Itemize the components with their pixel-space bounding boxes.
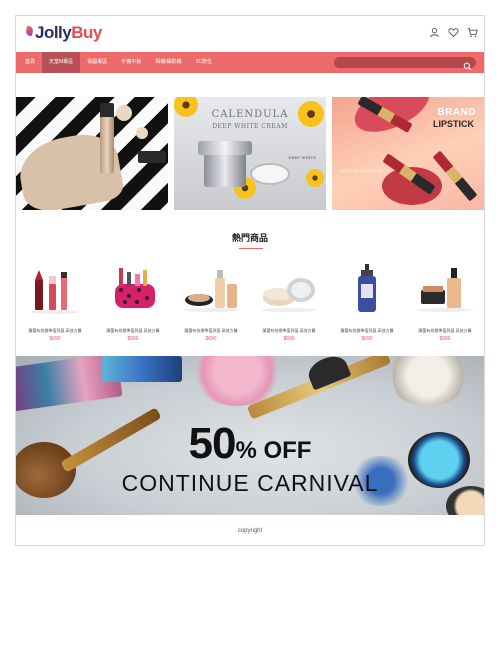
logo[interactable]: JollyBuy [26,24,102,42]
product-price: $690 [49,336,61,342]
promo-headline: 50% OFF [16,419,484,469]
product-card[interactable]: 蘭蕾有效標準值到菌-高效方醫 $690 [406,258,484,348]
banner-lipstick-brand: BRAND [437,107,476,118]
banner-foundation[interactable] [16,97,168,210]
powder-puff-icon [116,105,132,121]
product-name[interactable]: 蘭蕾有效標準值到菌-高效方醫 [328,328,406,334]
logo-text: JollyBuy [35,24,102,42]
product-name[interactable]: 蘭蕾有效標準值到菌-高效方醫 [16,328,94,334]
product-image-foundation[interactable] [411,260,479,318]
nav-item-home[interactable]: 首頁 [18,52,42,73]
cream-jar-lid [198,141,252,155]
banner-calendula-tag: DEEP WHITE [288,155,316,160]
banner-row: CALENDULA DEEP WHITE CREAM DEEP WHITE BR… [16,97,484,210]
product-name[interactable]: 蘭蕾有效標準值到菌-高效方醫 [172,328,250,334]
foundation-bottle-lying [138,151,166,163]
section-title-hot-products: 熱門商品 [231,233,268,243]
flower-icon [306,169,324,187]
nav-item-computers[interactable]: 電腦專區 [80,52,114,73]
powder-pot [388,356,468,406]
nav-item-cameras[interactable]: 相機/攝影機 [148,52,188,73]
banner-lipstick[interactable]: BRAND LIPSTICK LONG-LASTING LIPSTICK [332,97,484,210]
product-name[interactable]: 蘭蕾有效標準值到菌-高效方醫 [406,328,484,334]
product-name[interactable]: 蘭蕾有效標準值到菌-高效方醫 [250,328,328,334]
heart-icon[interactable] [448,27,459,38]
product-price: $690 [439,336,451,342]
nav-item-3c-digital[interactable]: 3C數位 [189,52,219,73]
banner-calendula-cream[interactable]: CALENDULA DEEP WHITE CREAM DEEP WHITE [174,97,326,210]
cart-icon[interactable] [467,27,478,38]
search-icon[interactable] [463,58,472,71]
footer-copyright: copyright [237,528,263,534]
section-title-underline [239,248,263,249]
product-price: $690 [361,336,373,342]
product-card[interactable]: 蘭蕾有效標準值到菌-高效方醫 $690 [250,258,328,348]
logo-text-jolly: Jolly [35,23,72,42]
product-price: $690 [127,336,139,342]
banner-lipstick-product: LIPSTICK [432,119,474,129]
product-image-lipsticks[interactable] [21,260,89,318]
promo-banner[interactable]: 50% OFF CONTINUE CARNIVAL [16,356,484,515]
search-bar [334,57,476,75]
cream-jar [204,151,246,187]
eyeshadow-palette [102,356,182,382]
product-card[interactable]: 蘭蕾有效標準值到菌-高效方醫 $690 [328,258,406,348]
page-frame: JollyBuy 首頁 天堂M專區 電腦專區 手機平板 相機/攝影機 3C數位 [15,15,485,546]
product-image-pump-bottle[interactable] [333,260,401,318]
header: JollyBuy [16,16,484,52]
product-image-cosmetic-pouch[interactable] [99,260,167,318]
promo-off: % OFF [235,437,312,464]
product-name[interactable]: 蘭蕾有效標準值到菌-高效方醫 [94,328,172,334]
promo-subtitle: CONTINUE CARNIVAL [121,470,379,496]
product-card[interactable]: 蘭蕾有效標準值到菌-高效方醫 $690 [172,258,250,348]
logo-mark-icon [26,25,34,41]
powder-puff-icon [136,127,148,139]
foundation-bottle [100,117,114,173]
product-image-cream-jar[interactable] [255,260,323,318]
nav-item-phones-tablets[interactable]: 手機平板 [114,52,148,73]
banner-lipstick-note: LONG-LASTING LIPSTICK [340,169,383,173]
logo-text-buy: Buy [71,23,102,42]
cream-swatch [250,163,290,185]
nav-item-lineage-m[interactable]: 天堂M專區 [42,52,81,73]
product-image-compact-powder[interactable] [177,260,245,318]
promo-percent: 50 [188,419,237,468]
search-input[interactable] [334,63,476,75]
product-price: $690 [205,336,217,342]
main-nav: 首頁 天堂M專區 電腦專區 手機平板 相機/攝影機 3C數位 [16,52,484,75]
product-card[interactable]: 蘭蕾有效標準值到菌-高效方醫 $690 [16,258,94,348]
product-price: $690 [283,336,295,342]
flower-icon [298,101,324,127]
header-icons [429,27,478,38]
user-icon[interactable] [429,27,440,38]
product-list: 蘭蕾有效標準值到菌-高效方醫 $690 蘭蕾有效標準值到菌-高效方醫 $690 [16,258,484,348]
product-card[interactable]: 蘭蕾有效標準值到菌-高效方醫 $690 [94,258,172,348]
